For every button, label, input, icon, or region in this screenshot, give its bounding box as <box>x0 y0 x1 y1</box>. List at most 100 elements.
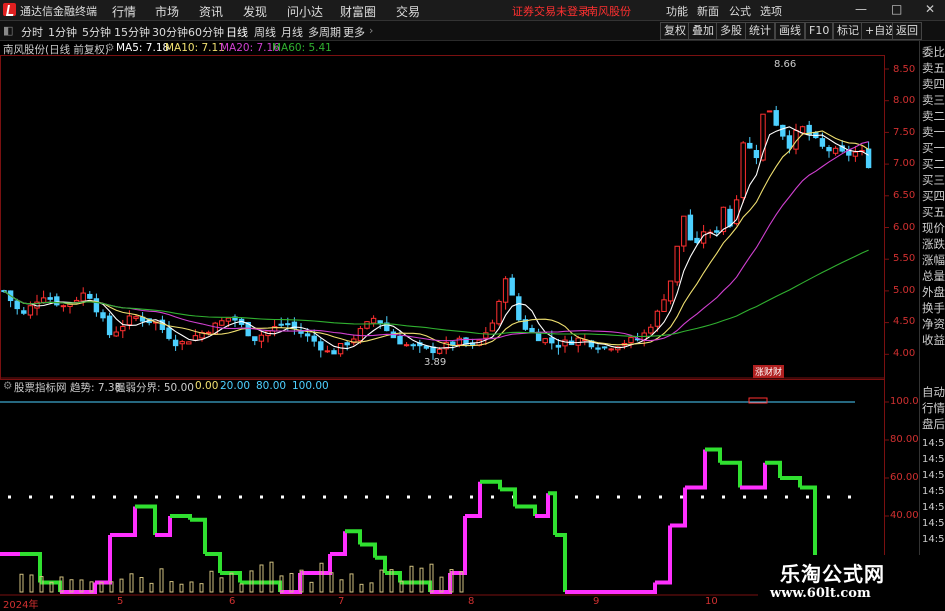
trend-step <box>170 514 192 520</box>
menu-gongneng[interactable]: 功能 <box>666 3 688 19</box>
side-item[interactable]: 买三 <box>922 174 945 187</box>
strength-dot <box>827 495 830 499</box>
side-item[interactable]: 现价 <box>922 222 945 235</box>
price-tick: 7.50 <box>893 127 916 138</box>
settings-gear-icon[interactable]: ⚙ <box>105 42 114 54</box>
volume-bar <box>419 567 424 593</box>
side-item[interactable]: 涨跌 <box>922 238 945 251</box>
biaoji-button[interactable]: 标记 <box>833 22 863 40</box>
period-5min[interactable]: 5分钟 <box>82 24 111 40</box>
candle-body <box>219 320 225 326</box>
period-daily[interactable]: 日线 <box>226 24 248 40</box>
back-button[interactable]: 返回 <box>892 22 922 40</box>
menu-shichang[interactable]: 市场 <box>155 3 179 20</box>
strength-dot <box>365 495 368 499</box>
minimize-button[interactable]: — <box>855 2 867 16</box>
side-item[interactable]: 总量 <box>922 270 945 283</box>
candle-body <box>166 327 172 339</box>
trend-step <box>155 516 172 537</box>
period-multi[interactable]: 多周期 <box>308 24 341 40</box>
menu-xinmian[interactable]: 新面 <box>697 3 719 19</box>
menu-zixun[interactable]: 资讯 <box>199 3 223 20</box>
menu-hangqing[interactable]: 行情 <box>112 3 136 20</box>
strength-dot <box>113 495 116 499</box>
kline-chart[interactable] <box>0 41 919 609</box>
news-tag[interactable]: 涨财财 <box>753 365 785 378</box>
side-item[interactable]: 卖一 <box>922 126 945 139</box>
trend-step <box>110 506 137 537</box>
menu-faxian[interactable]: 发现 <box>243 3 267 20</box>
menu-jiaoyi[interactable]: 交易 <box>396 3 420 20</box>
side-item[interactable]: 涨幅 <box>922 254 945 267</box>
maximize-button[interactable]: □ <box>891 2 902 16</box>
candle-body <box>687 214 694 241</box>
candle-body <box>601 346 608 349</box>
candle-body <box>529 327 535 333</box>
login-warning[interactable]: 证券交易未登录 <box>512 3 589 19</box>
volume-bar <box>219 577 224 593</box>
side-item[interactable]: 卖二 <box>922 110 945 123</box>
collapse-icon[interactable]: ◧ <box>3 24 13 37</box>
candle-body <box>377 320 383 324</box>
period-fenshi[interactable]: 分时 <box>21 24 43 40</box>
volume-bar <box>149 582 154 593</box>
side-item[interactable]: 买一 <box>922 142 945 155</box>
candle-body <box>60 305 67 308</box>
indicator-settings-icon[interactable]: ⚙ <box>3 380 12 392</box>
side-item[interactable]: 外盘 <box>922 286 945 299</box>
trend-step <box>480 479 502 490</box>
fuquan-button[interactable]: 复权 <box>660 22 690 40</box>
side-item[interactable]: 换手 <box>922 302 945 315</box>
current-stock-name: 南风股份 <box>587 5 631 18</box>
side-item[interactable]: 自动 <box>922 386 945 399</box>
side-item[interactable]: 净资 <box>922 318 945 331</box>
candle-body <box>285 323 291 326</box>
strength-value: 强弱分界: 50.00 <box>115 382 194 394</box>
period-more[interactable]: 更多 <box>343 24 365 40</box>
side-item[interactable]: 收益 <box>922 334 945 347</box>
f10-button[interactable]: F10 <box>805 22 834 40</box>
close-button[interactable]: ✕ <box>925 2 935 16</box>
menu-xuanxiang[interactable]: 选项 <box>760 3 782 19</box>
price-tick: 4.50 <box>893 316 916 327</box>
tongji-button[interactable]: 统计 <box>745 22 775 40</box>
candle-body <box>667 280 674 302</box>
watermark-url: www.60lt.com <box>770 586 871 601</box>
indicator-title[interactable]: 股票指标网 <box>14 380 67 395</box>
candle-body <box>575 337 581 346</box>
side-item[interactable]: 卖五 <box>922 62 945 75</box>
strength-dot <box>50 495 53 499</box>
period-60min[interactable]: 60分钟 <box>188 24 224 40</box>
huaxian-button[interactable]: 画线 <box>775 22 805 40</box>
period-monthly[interactable]: 月线 <box>281 24 303 40</box>
ma10-line <box>3 130 869 347</box>
trend-step <box>780 476 802 488</box>
duogu-button[interactable]: 多股 <box>716 22 746 40</box>
volume-bar <box>439 576 444 593</box>
menu-wenxiaoda[interactable]: 问小达 <box>287 3 323 20</box>
side-item[interactable]: 卖三 <box>922 94 945 107</box>
strength-dot <box>92 495 95 499</box>
chevron-right-icon[interactable]: › <box>369 24 373 37</box>
side-item[interactable]: 买五 <box>922 206 945 219</box>
period-30min[interactable]: 30分钟 <box>152 24 188 40</box>
side-item[interactable]: 委比 <box>922 46 945 59</box>
time-item: 14:50 <box>922 486 945 497</box>
volume-bar <box>259 564 264 593</box>
diejia-button[interactable]: 叠加 <box>688 22 718 40</box>
volume-bar <box>239 583 244 593</box>
candle-body <box>496 300 502 325</box>
candle-body <box>21 310 27 314</box>
candle-body <box>826 147 832 152</box>
menu-caifuquan[interactable]: 财富圈 <box>340 3 376 20</box>
menu-gongshi[interactable]: 公式 <box>729 3 751 19</box>
period-1min[interactable]: 1分钟 <box>48 24 77 40</box>
period-15min[interactable]: 15分钟 <box>114 24 150 40</box>
side-item[interactable]: 盘后 <box>922 418 945 431</box>
side-item[interactable]: 买四 <box>922 190 945 203</box>
side-item[interactable]: 行情 <box>922 402 945 415</box>
side-item[interactable]: 卖四 <box>922 78 945 91</box>
side-item[interactable]: 买二 <box>922 158 945 171</box>
candle-body <box>357 328 364 342</box>
period-weekly[interactable]: 周线 <box>254 24 276 40</box>
